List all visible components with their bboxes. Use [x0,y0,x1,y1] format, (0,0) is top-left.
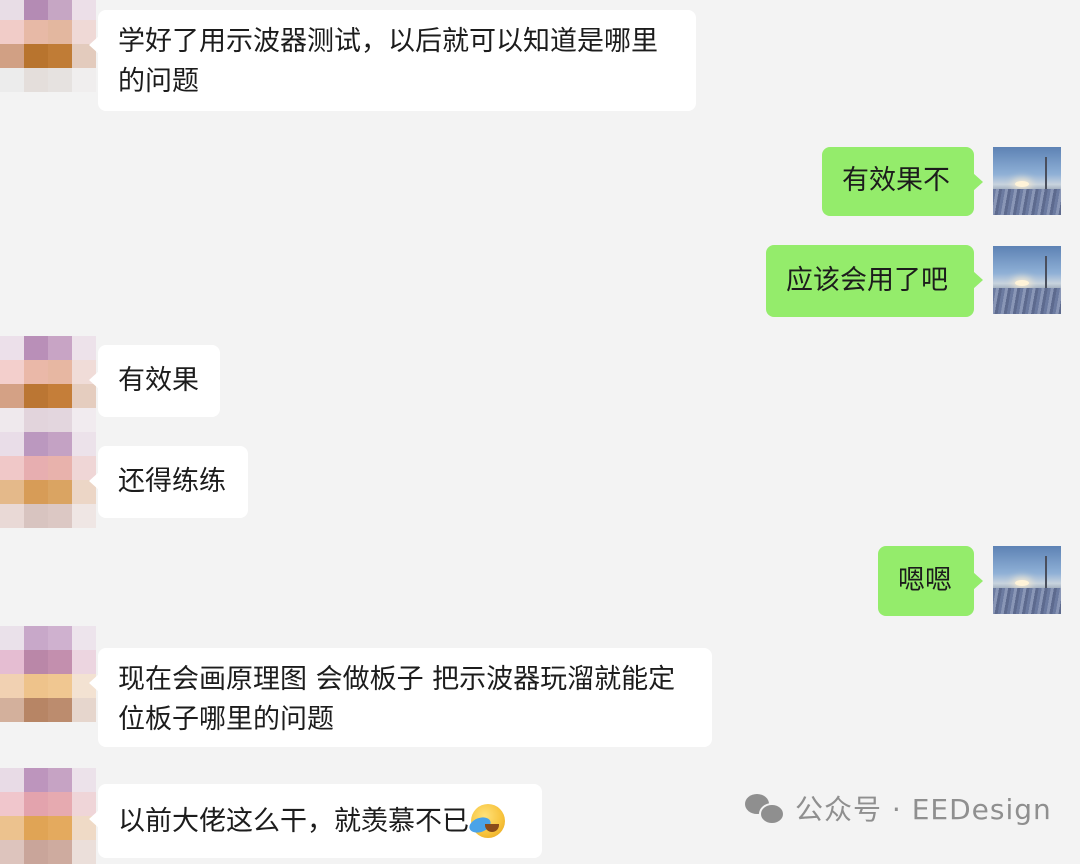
message-bubble-sent[interactable]: 应该会用了吧 [766,245,983,317]
avatar-photo-sun [1015,580,1029,586]
avatar-photo-pole [1045,157,1047,193]
message-text: 嗯嗯 [898,565,952,596]
contact-avatar[interactable] [0,0,96,92]
message-text: 现在会画原理图 会做板子 把示波器玩溜就能定 [118,664,676,695]
avatar-photo-ground [993,189,1061,215]
message-text: 以前大佬这么干，就羡慕不已 [118,806,469,837]
message-text: 有效果 [118,365,199,396]
wechat-icon [745,792,785,825]
message-text: 有效果不 [842,165,950,196]
message-bubble-received[interactable]: 现在会画原理图 会做板子 把示波器玩溜就能定 位板子哪里的问题 [89,648,712,747]
contact-avatar[interactable] [0,336,96,432]
message-bubble-sent[interactable]: 嗯嗯 [878,546,983,616]
avatar-photo-sun [1015,181,1029,187]
chat-window: 学好了用示波器测试，以后就可以知道是哪里 的问题 有效果不 应该会用了吧 有效果… [0,0,1080,864]
message-text: 的问题 [118,66,199,97]
avatar-photo-pole [1045,256,1047,292]
message-text: 应该会用了吧 [786,265,948,296]
contact-avatar[interactable] [0,626,96,722]
avatar-photo-ground [993,288,1061,314]
message-text: 还得练练 [118,466,226,497]
message-text: 位板子哪里的问题 [118,704,334,735]
message-bubble-received[interactable]: 以前大佬这么干，就羡慕不已 [89,784,542,858]
user-avatar[interactable] [993,246,1061,314]
avatar-photo-ground [993,588,1061,614]
message-text: 学好了用示波器测试，以后就可以知道是哪里 [118,26,658,57]
user-avatar[interactable] [993,546,1061,614]
avatar-photo-pole [1045,556,1047,592]
message-bubble-received[interactable]: 有效果 [89,345,220,417]
watermark: 公众号 · EEDesign [745,786,1052,830]
avatar-photo-sun [1015,280,1029,286]
watermark-text: 公众号 · EEDesign [795,793,1052,826]
crying-laughing-emoji [467,803,505,838]
message-bubble-received[interactable]: 学好了用示波器测试，以后就可以知道是哪里 的问题 [89,10,696,111]
contact-avatar[interactable] [0,432,96,528]
message-bubble-sent[interactable]: 有效果不 [822,147,983,216]
message-bubble-received[interactable]: 还得练练 [89,446,248,518]
user-avatar[interactable] [993,147,1061,215]
